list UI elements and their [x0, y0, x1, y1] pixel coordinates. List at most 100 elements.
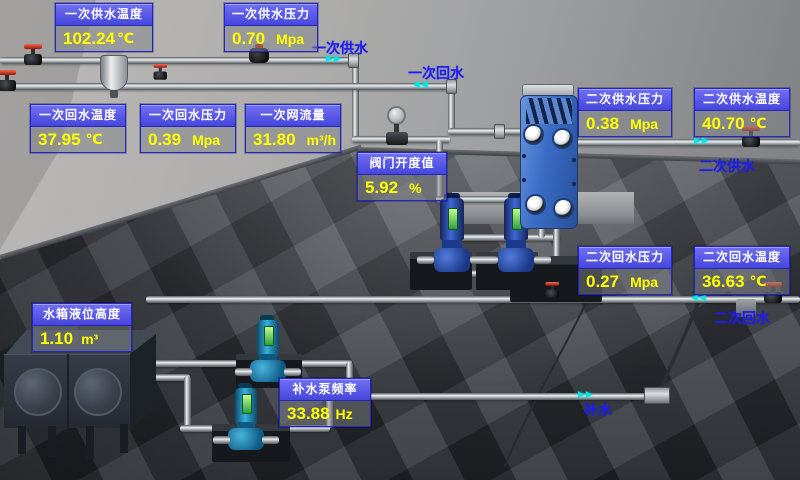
- gauge-unit: ℃: [86, 131, 103, 148]
- pump-discharge-stub: [262, 436, 279, 444]
- pipe-label-primary-return: 一次回水: [408, 63, 464, 83]
- tank-panel-divider: [67, 354, 69, 428]
- gauge-secondary-supply-pressure[interactable]: 二次供水压力 0.38 Mpa: [578, 88, 672, 137]
- valve-body: [742, 136, 760, 147]
- gauge-value: 0.39: [148, 130, 181, 150]
- pump-volute: [498, 248, 534, 272]
- gauge-title: 二次回水温度: [695, 247, 789, 269]
- pipe-label-makeup-water: 补水: [584, 400, 612, 420]
- hx-port: [527, 196, 544, 213]
- pump-suction-stub: [235, 368, 252, 376]
- circulation-pump-1[interactable]: [424, 196, 480, 292]
- pump-discharge-stub: [534, 256, 551, 264]
- hx-bolt: [522, 178, 526, 182]
- valve-body: [0, 80, 16, 91]
- gauge-title: 一次供水压力: [225, 4, 317, 26]
- manual-valve-icon: [544, 282, 561, 299]
- gauge-unit: Mpa: [276, 31, 304, 47]
- gauge-value: 102.24: [63, 29, 115, 49]
- gauge-unit: m³: [81, 331, 98, 347]
- pump-status-indicator: [264, 326, 274, 346]
- gauge-unit: Mpa: [192, 132, 220, 148]
- gauge-primary-return-temperature[interactable]: 一次回水温度 37.95 ℃: [30, 104, 126, 153]
- hx-port: [525, 126, 542, 143]
- valve-body: [546, 290, 560, 298]
- pipe-makeup-water: [345, 393, 663, 400]
- pipe-primary-supply-drop: [352, 60, 359, 140]
- gauge-secondary-return-pressure[interactable]: 二次回水压力 0.27 Mpa: [578, 246, 672, 295]
- tank-leg: [18, 426, 26, 454]
- tank-leg: [48, 426, 56, 457]
- gauge-title: 水箱液位高度: [33, 304, 131, 326]
- gauge-unit: %: [409, 180, 421, 196]
- tank-leg: [120, 424, 128, 453]
- gauge-value: 36.63: [702, 272, 745, 292]
- gauge-title: 二次供水压力: [579, 89, 671, 111]
- gauge-secondary-supply-temperature[interactable]: 二次供水温度 40.70 ℃: [694, 88, 790, 137]
- gauge-value-row: 0.39 Mpa: [141, 127, 235, 152]
- pipe-primary-return-to-hx: [448, 128, 526, 135]
- gauge-value-row: 5.92 %: [358, 175, 446, 200]
- gauge-value-row: 37.95 ℃: [31, 127, 125, 152]
- flange: [494, 124, 505, 139]
- gauge-primary-return-pressure[interactable]: 一次回水压力 0.39 Mpa: [140, 104, 236, 153]
- gauge-value: 0.27: [586, 272, 619, 292]
- gauge-value: 0.38: [586, 114, 619, 134]
- pipe-tank-lower-drop: [184, 376, 191, 428]
- gauge-tank-level-height[interactable]: 水箱液位高度 1.10 m³: [32, 303, 132, 352]
- pipe-primary-return-riser: [448, 88, 455, 132]
- gauge-primary-supply-temperature[interactable]: 一次供水温度 102.24 ℃: [55, 3, 153, 52]
- gauge-makeup-pump-frequency[interactable]: 补水泵频率 33.88 Hz: [279, 378, 371, 427]
- pump-volute: [434, 248, 470, 272]
- gauge-value: 40.70: [702, 114, 745, 134]
- gauge-value-row: 0.38 Mpa: [579, 111, 671, 136]
- gauge-value-row: 31.80 m³/h: [246, 127, 340, 152]
- pump-suction-stub: [213, 436, 230, 444]
- gauge-unit: Mpa: [630, 116, 658, 132]
- gauge-value-row: 0.70 Mpa: [225, 26, 317, 51]
- gauge-value-row: 1.10 m³: [33, 326, 131, 351]
- hx-bolt: [522, 154, 526, 158]
- gauge-secondary-return-temperature[interactable]: 二次回水温度 36.63 ℃: [694, 246, 790, 295]
- gauge-unit: m³/h: [307, 132, 337, 148]
- tank-manhole: [14, 368, 62, 416]
- control-valve-wheel: [387, 106, 406, 125]
- gauge-unit: Hz: [336, 406, 353, 422]
- manual-valve-icon: [22, 44, 44, 66]
- pipe-label-secondary-return: 二次回水: [714, 308, 770, 328]
- gauge-title: 补水泵频率: [280, 379, 370, 401]
- gauge-unit: Mpa: [630, 274, 658, 290]
- pump-status-indicator: [242, 394, 252, 414]
- gauge-unit: ℃: [117, 30, 134, 47]
- makeup-coupling: [644, 387, 670, 404]
- makeup-pump-2[interactable]: [220, 386, 272, 466]
- pump-volute: [228, 428, 264, 450]
- gauge-valve-opening[interactable]: 阀门开度值 5.92 %: [357, 152, 447, 201]
- gauge-unit: ℃: [750, 115, 767, 132]
- pipe-secondary-supply: [565, 139, 800, 146]
- gauge-primary-supply-pressure[interactable]: 一次供水压力 0.70 Mpa: [224, 3, 318, 52]
- gauge-value-row: 0.27 Mpa: [579, 269, 671, 294]
- pump-suction-stub: [481, 256, 498, 264]
- gauge-value-row: 33.88 Hz: [280, 401, 370, 426]
- pump-discharge-stub: [284, 368, 301, 376]
- flow-arrows-icon: ▶▶: [578, 389, 594, 400]
- pump-suction-stub: [417, 256, 434, 264]
- gauge-value: 33.88: [287, 404, 330, 424]
- valve-body: [154, 72, 168, 80]
- gauge-value: 0.70: [232, 29, 265, 49]
- control-valve-body: [386, 132, 408, 145]
- gauge-title: 一次网流量: [246, 105, 340, 127]
- hx-plate-pack: [526, 98, 572, 124]
- plate-heat-exchanger: [516, 84, 582, 236]
- gauge-title: 一次回水温度: [31, 105, 125, 127]
- gauge-title: 阀门开度值: [358, 153, 446, 175]
- hx-bolt: [572, 158, 576, 162]
- hx-port: [555, 200, 572, 217]
- gauge-primary-network-flow[interactable]: 一次网流量 31.80 m³/h: [245, 104, 341, 153]
- control-valve[interactable]: [384, 106, 410, 146]
- tank-leg: [86, 426, 94, 459]
- valve-body: [24, 54, 42, 65]
- gauge-title: 一次回水压力: [141, 105, 235, 127]
- manual-valve-icon: [152, 64, 169, 81]
